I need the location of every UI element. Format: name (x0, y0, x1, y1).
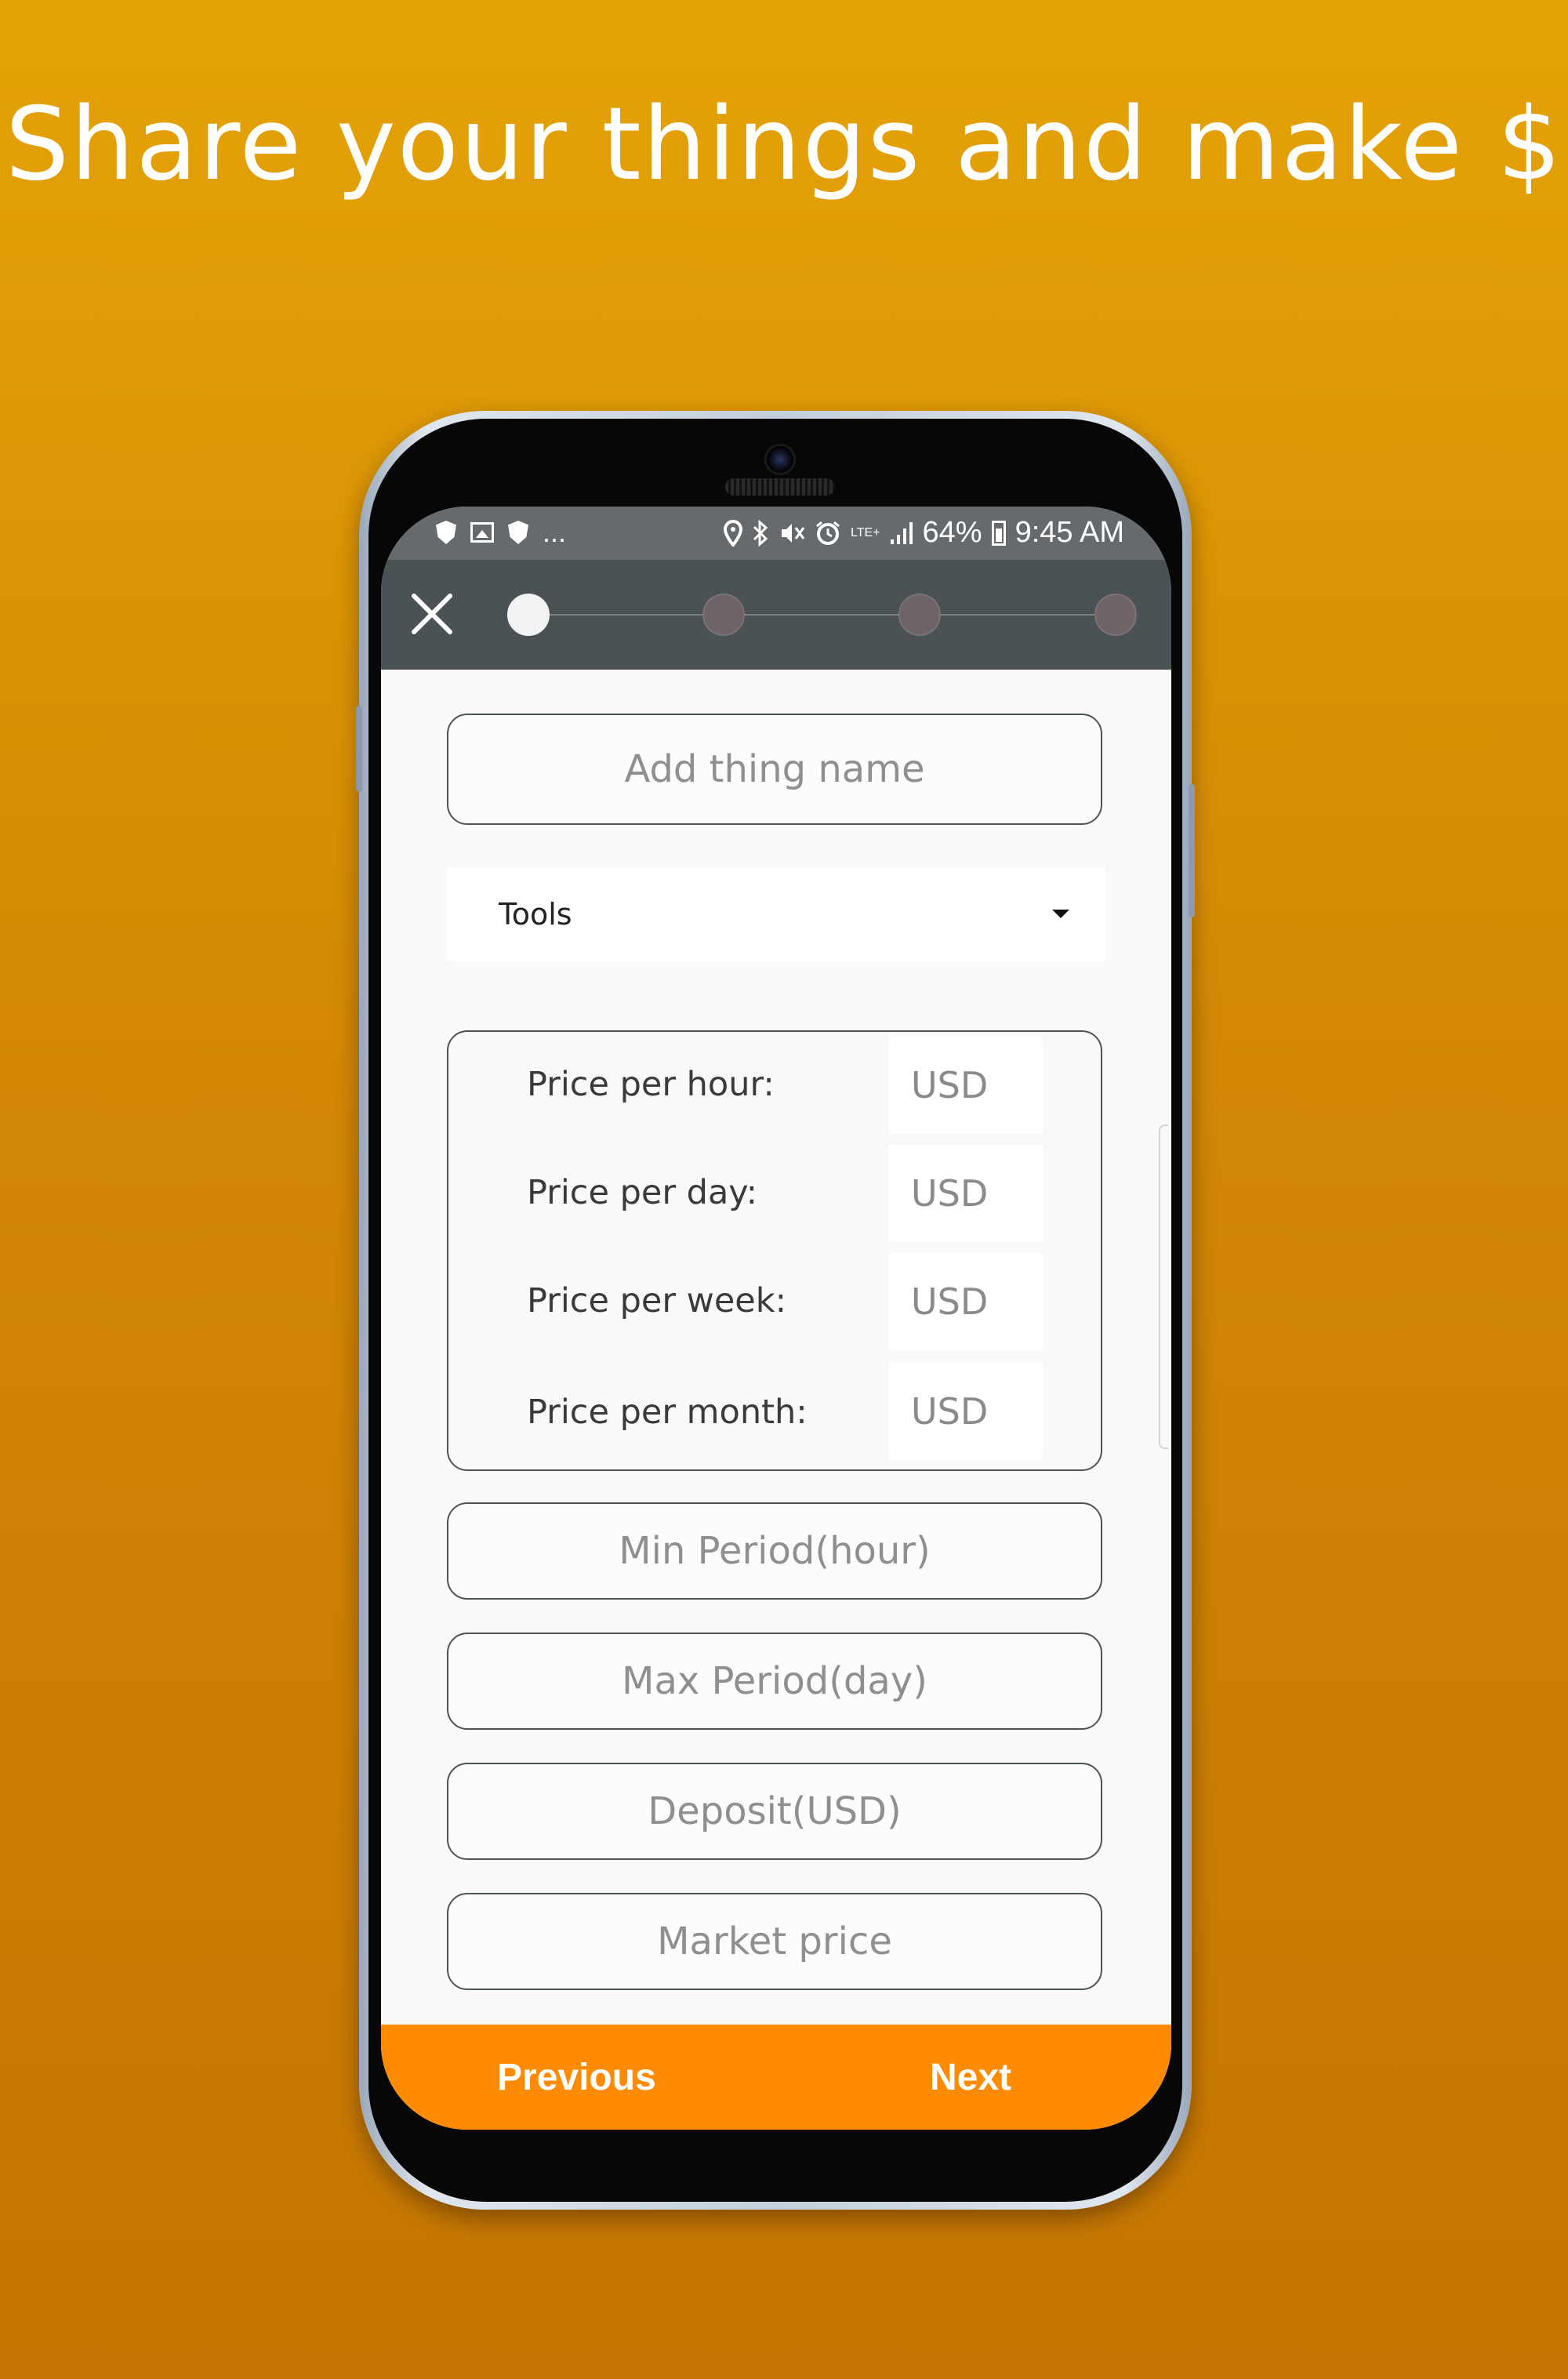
market-price-input[interactable]: Market price (447, 1893, 1102, 1990)
max-period-placeholder: Max Period(day) (622, 1659, 927, 1703)
status-bar: ... LTE+ 64% 9:45 AM (381, 507, 1171, 560)
image-icon (470, 522, 494, 543)
bluetooth-icon (753, 519, 768, 547)
scrollbar[interactable] (1159, 1124, 1168, 1449)
status-overflow: ... (543, 516, 567, 548)
step-indicator-2 (702, 594, 745, 636)
thing-name-input[interactable]: Add thing name (447, 714, 1102, 825)
alarm-icon (816, 521, 840, 545)
signal-icon (890, 521, 913, 544)
price-row-week: Price per week: USD (448, 1248, 1104, 1350)
price-per-day-input[interactable]: USD (889, 1145, 1043, 1242)
phone-screen: ... LTE+ 64% 9:45 AM Add thing name Tool… (381, 507, 1171, 2130)
deposit-placeholder: Deposit(USD) (648, 1789, 902, 1833)
status-left-icons: ... (436, 516, 566, 549)
wizard-toolbar (381, 560, 1171, 670)
close-icon[interactable] (408, 590, 456, 638)
min-period-input[interactable]: Min Period(hour) (447, 1502, 1102, 1600)
front-camera-icon (764, 444, 796, 475)
stepper-track (528, 614, 1109, 616)
battery-percent: 64% (922, 516, 982, 549)
battery-icon (991, 520, 1006, 546)
previous-button[interactable]: Previous (497, 2056, 656, 2099)
price-label: Price per week: (527, 1281, 787, 1320)
price-placeholder: USD (911, 1390, 989, 1433)
network-type: LTE+ (851, 525, 880, 539)
form-content: Add thing name Tools Price per hour: USD… (381, 670, 1171, 2108)
deposit-input[interactable]: Deposit(USD) (447, 1763, 1102, 1860)
price-label: Price per month: (527, 1393, 808, 1432)
step-indicator-3 (898, 594, 941, 636)
mute-icon (782, 523, 805, 543)
price-label: Price per day: (527, 1173, 758, 1212)
next-button[interactable]: Next (930, 2056, 1011, 2099)
min-period-placeholder: Min Period(hour) (619, 1529, 931, 1573)
market-price-placeholder: Market price (657, 1920, 892, 1963)
price-placeholder: USD (911, 1280, 989, 1323)
bottom-nav-bar: Previous Next (381, 2025, 1171, 2130)
status-time: 9:45 AM (1014, 516, 1124, 549)
price-per-hour-input[interactable]: USD (889, 1037, 1043, 1134)
step-indicator-4 (1094, 594, 1137, 636)
price-row-day: Price per day: USD (448, 1140, 1104, 1242)
price-placeholder: USD (911, 1064, 989, 1106)
price-row-hour: Price per hour: USD (448, 1032, 1104, 1134)
price-per-week-input[interactable]: USD (889, 1253, 1043, 1350)
location-icon (724, 519, 743, 547)
category-selected-value: Tools (499, 897, 572, 932)
price-group: Price per hour: USD Price per day: USD P… (447, 1030, 1102, 1471)
max-period-input[interactable]: Max Period(day) (447, 1633, 1102, 1730)
phone-side-button (356, 706, 362, 792)
earpiece-speaker (725, 478, 835, 496)
thing-name-placeholder: Add thing name (624, 747, 925, 791)
headline: Share your things and make $ (5, 86, 1563, 203)
price-row-month: Price per month: USD (448, 1358, 1104, 1460)
price-label: Price per hour: (527, 1065, 775, 1104)
status-right-icons: LTE+ 64% 9:45 AM (724, 516, 1124, 550)
dropdown-caret-icon (1052, 910, 1069, 918)
step-indicator-1 (507, 594, 550, 636)
price-placeholder: USD (911, 1172, 989, 1215)
category-select[interactable]: Tools (447, 867, 1105, 961)
phone-side-button (1189, 784, 1195, 917)
shield-icon (508, 521, 528, 544)
shield-icon (436, 521, 456, 544)
price-per-month-input[interactable]: USD (889, 1363, 1043, 1460)
